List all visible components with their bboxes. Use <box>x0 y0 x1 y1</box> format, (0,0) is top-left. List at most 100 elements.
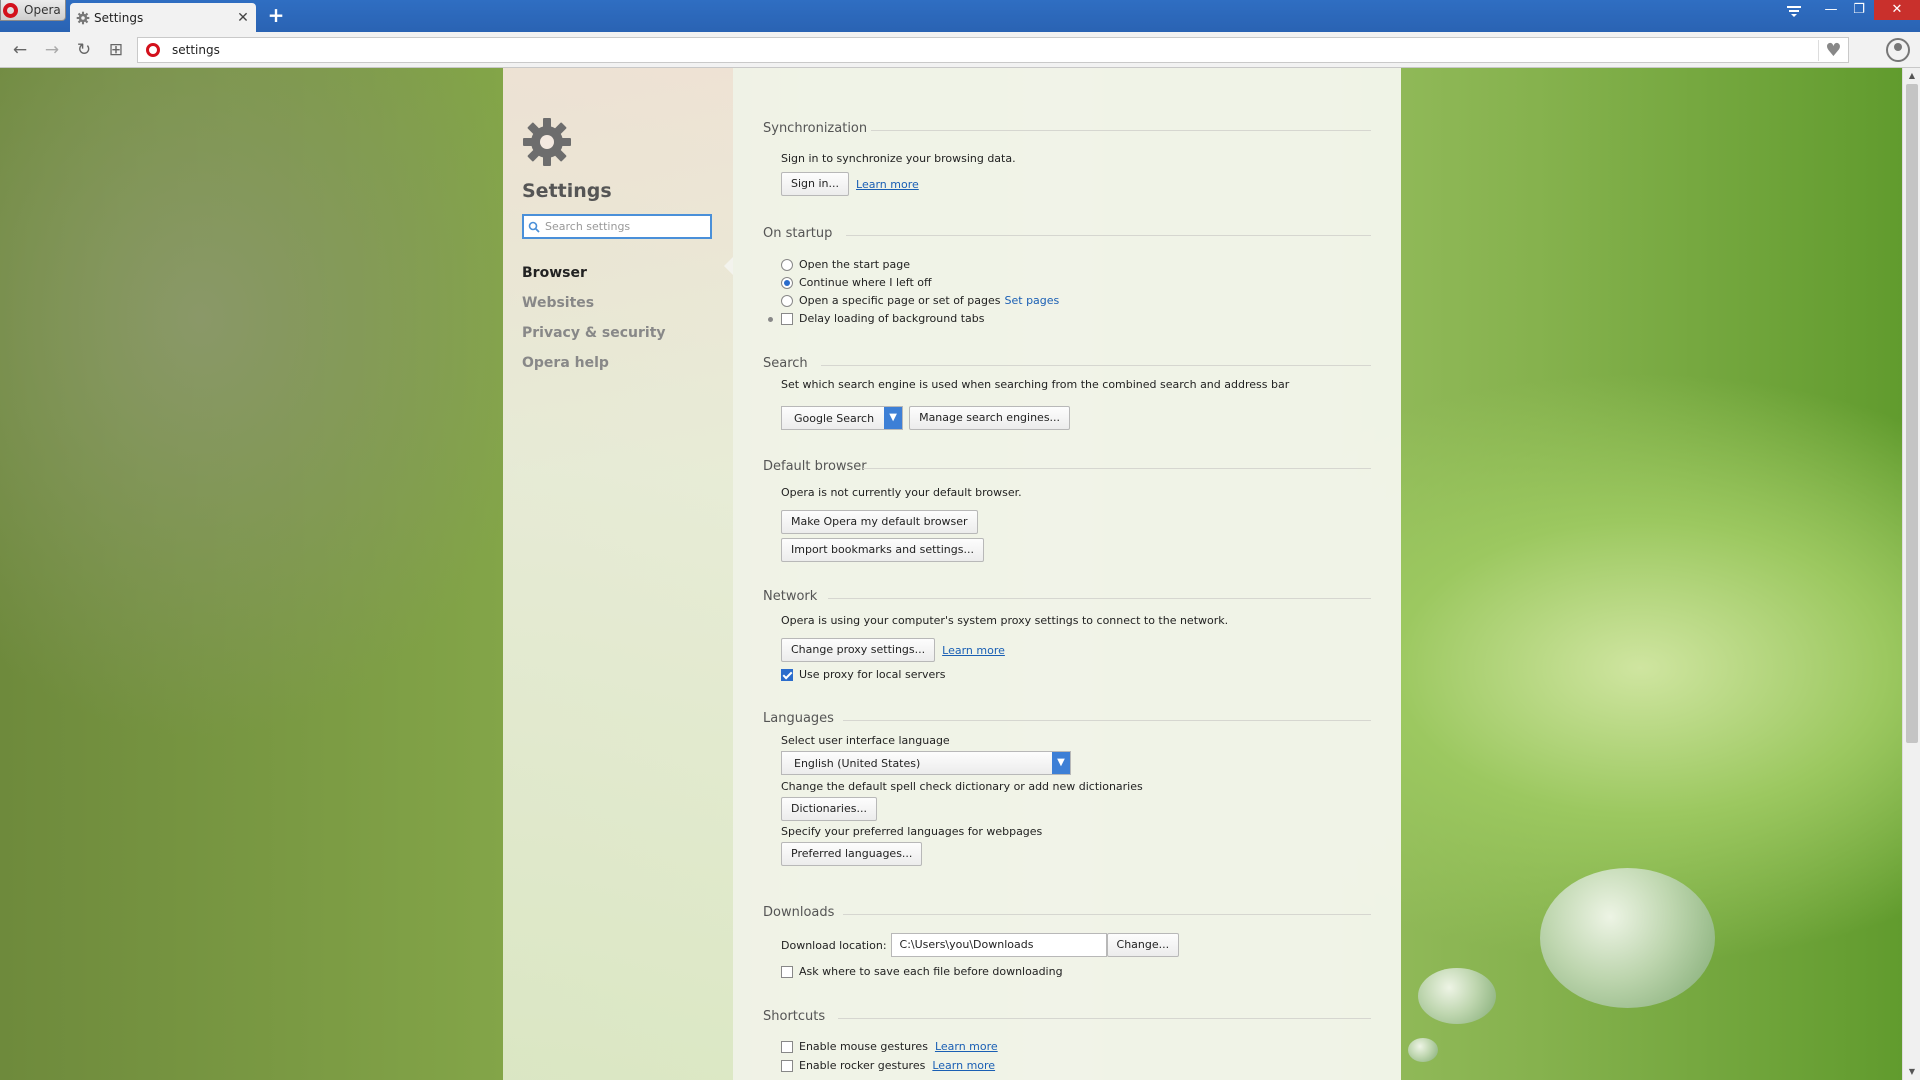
checkbox-label: Enable mouse gestures <box>799 1040 928 1053</box>
mouse-gestures-option[interactable]: Enable mouse gestures Learn more <box>781 1040 998 1053</box>
radio-continue[interactable] <box>781 276 793 289</box>
local-proxy-option[interactable]: Use proxy for local servers <box>781 668 946 681</box>
radio-label: Open a specific page or set of pages <box>799 294 1001 307</box>
settings-gear-icon <box>523 118 571 166</box>
ui-language-label: Select user interface language <box>781 734 950 747</box>
scrollbar-thumb[interactable] <box>1906 84 1918 743</box>
new-tab-button[interactable]: + <box>266 5 286 25</box>
spell-check-description: Change the default spell check dictionar… <box>781 780 1143 793</box>
checkbox-local-proxy[interactable] <box>781 668 793 681</box>
section-title-languages: Languages <box>763 711 834 726</box>
settings-content: Synchronization Sign in to synchronize y… <box>733 68 1401 1080</box>
rocker-gestures-option[interactable]: Enable rocker gestures Learn more <box>781 1059 995 1072</box>
ask-save-location-option[interactable]: Ask where to save each file before downl… <box>781 965 1063 978</box>
ui-language-select[interactable]: English (United States) ▼ <box>781 751 1071 775</box>
search-box[interactable] <box>522 214 712 239</box>
page-scrollbar[interactable]: ▲ ▼ <box>1902 68 1920 1080</box>
radio-label: Open the start page <box>799 258 911 271</box>
checkbox-mouse-gestures[interactable] <box>781 1040 793 1053</box>
selected-engine: Google Search <box>794 411 875 425</box>
sidebar-item-opera-help[interactable]: Opera help <box>522 348 666 378</box>
change-download-location-button[interactable]: Change... <box>1106 933 1180 957</box>
radio-start-page[interactable] <box>781 258 793 271</box>
water-drop <box>1408 1038 1438 1062</box>
opera-menu-label: Opera <box>24 3 61 17</box>
checkbox-label: Delay loading of background tabs <box>799 312 985 325</box>
navigation-bar: ← → ↻ ⊞ settings ♥ <box>0 32 1920 68</box>
network-learn-more-link[interactable]: Learn more <box>942 644 1005 657</box>
opera-logo-icon <box>3 2 18 18</box>
make-default-browser-button[interactable]: Make Opera my default browser <box>781 510 978 534</box>
section-title-synchronization: Synchronization <box>763 121 868 136</box>
tab-close-icon[interactable]: ✕ <box>234 9 252 27</box>
section-divider <box>838 1018 1371 1019</box>
active-item-pointer <box>724 257 733 275</box>
checkbox-ask-save-location[interactable] <box>781 965 793 978</box>
account-icon[interactable] <box>1886 38 1910 62</box>
forward-arrow-icon[interactable]: → <box>40 38 64 62</box>
gear-icon <box>76 11 90 24</box>
water-drop <box>1540 868 1715 1008</box>
close-window-button[interactable]: ✕ <box>1874 0 1920 20</box>
manage-search-engines-button[interactable]: Manage search engines... <box>909 406 1071 430</box>
tab-settings[interactable]: Settings ✕ <box>70 3 256 32</box>
sync-description: Sign in to synchronize your browsing dat… <box>781 152 1016 165</box>
section-title-network: Network <box>763 589 818 604</box>
selected-language: English (United States) <box>794 756 921 770</box>
title-bar: Opera Settings ✕ + — ❐ ✕ <box>0 0 1920 32</box>
preferred-languages-button[interactable]: Preferred languages... <box>781 842 923 866</box>
section-title-on-startup: On startup <box>763 226 833 241</box>
search-icon <box>528 221 540 233</box>
section-divider <box>871 130 1371 131</box>
tab-title: Settings <box>94 10 144 25</box>
sign-in-button[interactable]: Sign in... <box>781 172 850 196</box>
section-title-downloads: Downloads <box>763 905 835 920</box>
bookmark-heart-icon[interactable]: ♥ <box>1818 39 1848 61</box>
download-location-label: Download location: <box>781 938 887 952</box>
speed-dial-grid-icon[interactable]: ⊞ <box>104 38 128 62</box>
preferred-languages-description: Specify your preferred languages for web… <box>781 825 1043 838</box>
delay-loading-option[interactable]: Delay loading of background tabs <box>781 312 984 325</box>
section-title-default-browser: Default browser <box>763 459 867 474</box>
rocker-gestures-learn-more-link[interactable]: Learn more <box>932 1059 995 1072</box>
set-pages-link[interactable]: Set pages <box>1005 294 1060 307</box>
download-location-field[interactable]: C:\Users\you\Downloads <box>890 933 1107 957</box>
scroll-up-arrow-icon[interactable]: ▲ <box>1903 69 1920 83</box>
chevron-down-icon: ▼ <box>1052 752 1070 774</box>
radio-specific-pages[interactable] <box>781 294 793 307</box>
section-divider <box>843 914 1371 915</box>
settings-sidebar: Settings Browser Websites Privacy & secu… <box>503 68 733 1080</box>
search-input[interactable] <box>545 220 705 233</box>
back-arrow-icon[interactable]: ← <box>8 38 32 62</box>
change-proxy-button[interactable]: Change proxy settings... <box>781 638 936 662</box>
advanced-setting-dot-icon <box>768 317 773 322</box>
tab-menu-icon[interactable] <box>1782 4 1806 24</box>
sidebar-item-browser[interactable]: Browser <box>522 258 666 288</box>
startup-option-continue[interactable]: Continue where I left off <box>781 276 932 289</box>
restore-button[interactable]: ❐ <box>1846 0 1872 20</box>
section-divider <box>846 235 1371 236</box>
checkbox-delay-loading[interactable] <box>781 312 793 325</box>
minimize-button[interactable]: — <box>1818 0 1844 20</box>
sidebar-item-websites[interactable]: Websites <box>522 288 666 318</box>
default-browser-description: Opera is not currently your default brow… <box>781 486 1022 499</box>
address-text[interactable]: settings <box>172 43 1818 57</box>
scroll-down-arrow-icon[interactable]: ▼ <box>1903 1065 1920 1079</box>
sidebar-item-privacy-security[interactable]: Privacy & security <box>522 318 666 348</box>
chevron-down-icon: ▼ <box>884 407 903 429</box>
checkbox-label: Enable rocker gestures <box>799 1059 926 1072</box>
search-engine-select[interactable]: Google Search ▼ <box>781 406 904 430</box>
mouse-gestures-learn-more-link[interactable]: Learn more <box>935 1040 998 1053</box>
radio-label: Continue where I left off <box>799 276 932 289</box>
opera-menu-button[interactable]: Opera <box>0 0 66 21</box>
address-bar[interactable]: settings ♥ <box>137 37 1849 63</box>
reload-icon[interactable]: ↻ <box>72 38 96 62</box>
checkbox-rocker-gestures[interactable] <box>781 1059 793 1072</box>
checkbox-label: Ask where to save each file before downl… <box>799 965 1063 978</box>
startup-option-specific-pages[interactable]: Open a specific page or set of pages Set… <box>781 294 1059 307</box>
sync-learn-more-link[interactable]: Learn more <box>856 178 919 191</box>
startup-option-start-page[interactable]: Open the start page <box>781 258 910 271</box>
search-description: Set which search engine is used when sea… <box>781 378 1290 391</box>
dictionaries-button[interactable]: Dictionaries... <box>781 797 877 821</box>
import-bookmarks-button[interactable]: Import bookmarks and settings... <box>781 538 984 562</box>
